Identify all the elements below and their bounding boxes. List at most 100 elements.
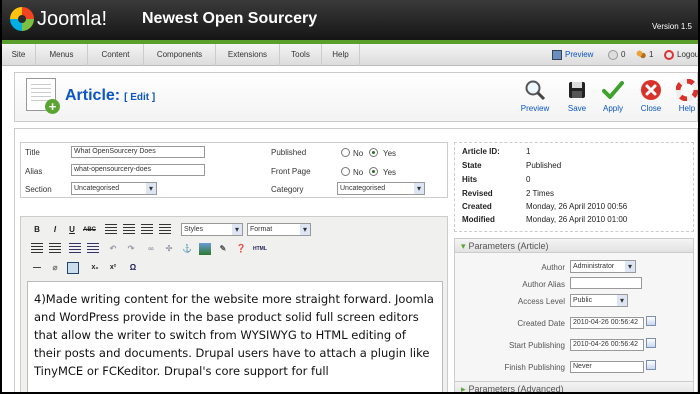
author-select[interactable]: Administrator: [570, 260, 636, 273]
section-label: Section: [25, 185, 52, 194]
close-button-label: Close: [640, 104, 662, 113]
superscript-icon[interactable]: x²: [107, 262, 119, 274]
preview-link[interactable]: Preview: [552, 44, 593, 66]
numbered-list-icon[interactable]: [49, 243, 61, 255]
finish-publishing-calendar-icon[interactable]: [646, 360, 656, 370]
logout-link[interactable]: Logout: [664, 44, 698, 66]
access-level-select[interactable]: Public: [570, 294, 628, 307]
save-button-label: Save: [567, 104, 587, 113]
parameters-advanced-title: Parameters (Advanced): [468, 384, 564, 392]
published-no-radio[interactable]: [341, 148, 350, 157]
help-lifebuoy-icon: [676, 79, 698, 101]
users-count: 1: [649, 50, 654, 59]
menu-help[interactable]: Help: [322, 44, 360, 66]
remove-format-icon[interactable]: ⌀: [49, 262, 61, 274]
anchor-icon[interactable]: ⚓: [181, 243, 193, 255]
created-date-input[interactable]: 2010-04-26 00:56:42: [570, 317, 644, 329]
page-title-edit: [ Edit ]: [124, 92, 156, 103]
created-date-calendar-icon[interactable]: [646, 316, 656, 326]
menu-tools[interactable]: Tools: [280, 44, 322, 66]
align-center-icon[interactable]: [123, 224, 135, 236]
image-icon[interactable]: [199, 243, 211, 255]
unlink-icon[interactable]: ✣: [163, 243, 175, 255]
help-button-label: Help: [678, 104, 696, 113]
menu-site[interactable]: Site: [2, 44, 36, 66]
users-icon: [636, 50, 646, 60]
bold-button[interactable]: B: [31, 224, 43, 236]
joomla-logo: Joomla!: [10, 7, 107, 31]
preview-button[interactable]: Preview: [515, 79, 555, 113]
bullet-list-icon[interactable]: [31, 243, 43, 255]
title-label: Title: [25, 148, 40, 157]
article-edit-icon: +: [26, 78, 60, 114]
parameters-panel: ▾ Parameters (Article) Author Administrat…: [454, 238, 694, 392]
title-input[interactable]: What OpenSourcery Does: [71, 146, 205, 158]
align-right-icon[interactable]: [141, 224, 153, 236]
redo-icon[interactable]: ↷: [125, 243, 137, 255]
messages-status[interactable]: 0: [608, 44, 625, 66]
horizontal-rule-icon[interactable]: —: [31, 262, 43, 274]
undo-icon[interactable]: ↶: [107, 243, 119, 255]
help-icon[interactable]: ❓: [235, 243, 247, 255]
frontpage-no-label: No: [353, 168, 364, 177]
main-menu: Site Menus Content Components Extensions…: [2, 40, 698, 66]
frontpage-yes-label: Yes: [383, 168, 397, 177]
users-status[interactable]: 1: [636, 44, 653, 66]
align-justify-icon[interactable]: [159, 224, 171, 236]
category-label: Category: [271, 185, 304, 194]
frontpage-label: Front Page: [271, 167, 311, 176]
expand-arrow-icon: ▾: [461, 241, 466, 251]
special-character-icon[interactable]: Ω: [127, 262, 139, 274]
logout-label: Logout: [677, 50, 698, 59]
parameters-advanced-header[interactable]: ▸ Parameters (Advanced): [455, 381, 693, 392]
site-name: Newest Open Sourcery: [142, 10, 318, 27]
indent-icon[interactable]: [87, 243, 99, 255]
link-icon[interactable]: ∞: [145, 243, 157, 255]
article-details-form: Title What OpenSourcery Does Alias what-…: [20, 142, 448, 198]
frontpage-no-radio[interactable]: [341, 167, 350, 176]
published-label: Published: [271, 148, 307, 157]
start-publishing-input[interactable]: 2010-04-26 00:56:42: [570, 339, 644, 351]
visual-aid-icon[interactable]: [67, 262, 79, 274]
admin-window: Joomla! Newest Open Sourcery Version 1.5…: [2, 0, 698, 392]
info-value: Monday, 26 April 2010 01:00: [526, 215, 628, 224]
start-publishing-calendar-icon[interactable]: [646, 338, 656, 348]
close-button[interactable]: Close: [631, 79, 671, 113]
section-select[interactable]: Uncategorised: [71, 182, 157, 195]
menu-extensions[interactable]: Extensions: [216, 44, 280, 66]
editor-content[interactable]: 4)Made writing content for the website m…: [27, 281, 443, 392]
outdent-icon[interactable]: [69, 243, 81, 255]
author-alias-input[interactable]: [570, 277, 642, 289]
underline-button[interactable]: U: [66, 224, 78, 236]
toolbar: + Article:[ Edit ] Preview Save Apply Cl…: [14, 72, 698, 122]
subscript-icon[interactable]: x₂: [89, 262, 101, 274]
info-key: Modified: [462, 215, 495, 224]
save-disk-icon: [569, 82, 585, 98]
category-select[interactable]: Uncategorised: [337, 182, 425, 195]
access-level-label: Access Level: [517, 297, 565, 306]
menu-content[interactable]: Content: [88, 44, 144, 66]
created-date-label: Created Date: [517, 319, 565, 328]
parameters-article-header[interactable]: ▾ Parameters (Article): [455, 239, 693, 253]
magnifier-icon: [525, 80, 546, 101]
version-label: Version 1.5: [651, 22, 692, 31]
menu-components[interactable]: Components: [144, 44, 216, 66]
italic-button[interactable]: I: [49, 224, 61, 236]
align-left-icon[interactable]: [105, 224, 117, 236]
help-button[interactable]: Help: [667, 79, 698, 113]
menu-menus[interactable]: Menus: [36, 44, 88, 66]
format-select[interactable]: Format: [247, 223, 311, 236]
finish-publishing-input[interactable]: Never: [570, 361, 644, 373]
apply-button[interactable]: Apply: [593, 79, 633, 113]
styles-select[interactable]: Styles: [181, 223, 243, 236]
alias-input[interactable]: what-opensourcery-does: [71, 164, 205, 176]
logout-icon: [664, 50, 674, 60]
published-yes-radio[interactable]: [369, 148, 378, 157]
preview-link-label: Preview: [565, 50, 594, 59]
cleanup-icon[interactable]: ✎: [217, 243, 229, 255]
joomla-star-icon: [10, 7, 34, 31]
strikethrough-button[interactable]: ABC: [83, 224, 96, 236]
frontpage-yes-radio[interactable]: [369, 167, 378, 176]
html-source-icon[interactable]: HTML: [253, 243, 267, 255]
save-button[interactable]: Save: [557, 79, 597, 113]
